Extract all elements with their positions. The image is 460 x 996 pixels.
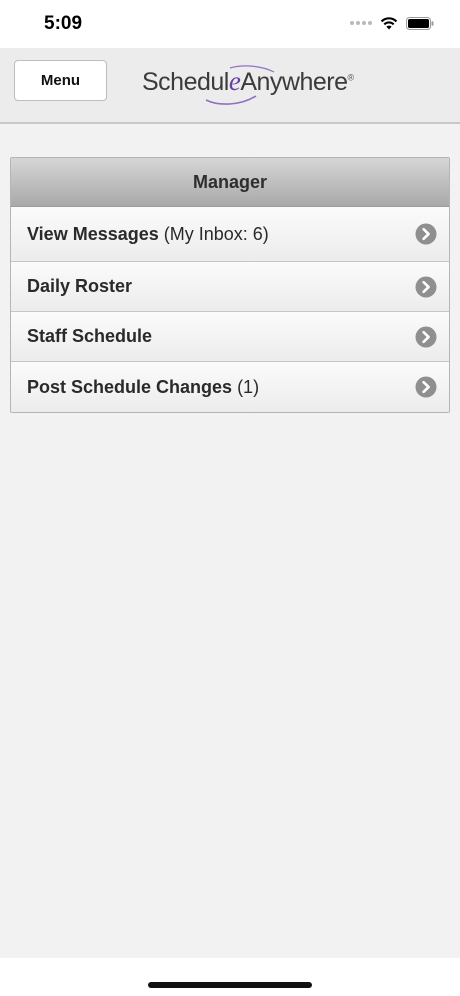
menu-button[interactable]: Menu [14, 60, 107, 101]
item-label: Staff Schedule [27, 326, 153, 346]
wifi-icon [380, 17, 398, 30]
item-label: Daily Roster [27, 276, 133, 296]
list-item-post-schedule-changes[interactable]: Post Schedule Changes (1) [11, 362, 449, 412]
logo-registered-mark: ® [347, 72, 355, 83]
status-time: 5:09 [44, 13, 83, 34]
list-item-view-messages[interactable]: View Messages (My Inbox: 6) [11, 207, 449, 262]
status-icons [350, 16, 434, 30]
signal-dots-icon [350, 21, 372, 25]
manager-menu-list: Manager View Messages (My Inbox: 6) Dail… [10, 157, 450, 413]
list-item-staff-schedule[interactable]: Staff Schedule [11, 312, 449, 362]
home-indicator-area [0, 958, 460, 996]
app-header: Menu ScheduleAnywhere® [0, 48, 460, 124]
status-bar: 5:09 [0, 0, 460, 48]
home-indicator[interactable] [148, 982, 312, 988]
main-content: Manager View Messages (My Inbox: 6) Dail… [0, 124, 460, 958]
chevron-right-icon [415, 223, 437, 245]
list-header-manager: Manager [11, 158, 449, 207]
list-item-daily-roster[interactable]: Daily Roster [11, 262, 449, 312]
chevron-right-icon [415, 326, 437, 347]
inbox-count: (My Inbox: 6) [163, 223, 269, 244]
battery-icon [406, 16, 434, 30]
logo-swoosh-icon [205, 65, 275, 105]
item-label: View Messages [27, 223, 159, 244]
chevron-right-icon [415, 376, 437, 398]
changes-count: (1) [237, 376, 260, 397]
item-label: Post Schedule Changes [27, 376, 233, 397]
chevron-right-icon [415, 276, 437, 297]
